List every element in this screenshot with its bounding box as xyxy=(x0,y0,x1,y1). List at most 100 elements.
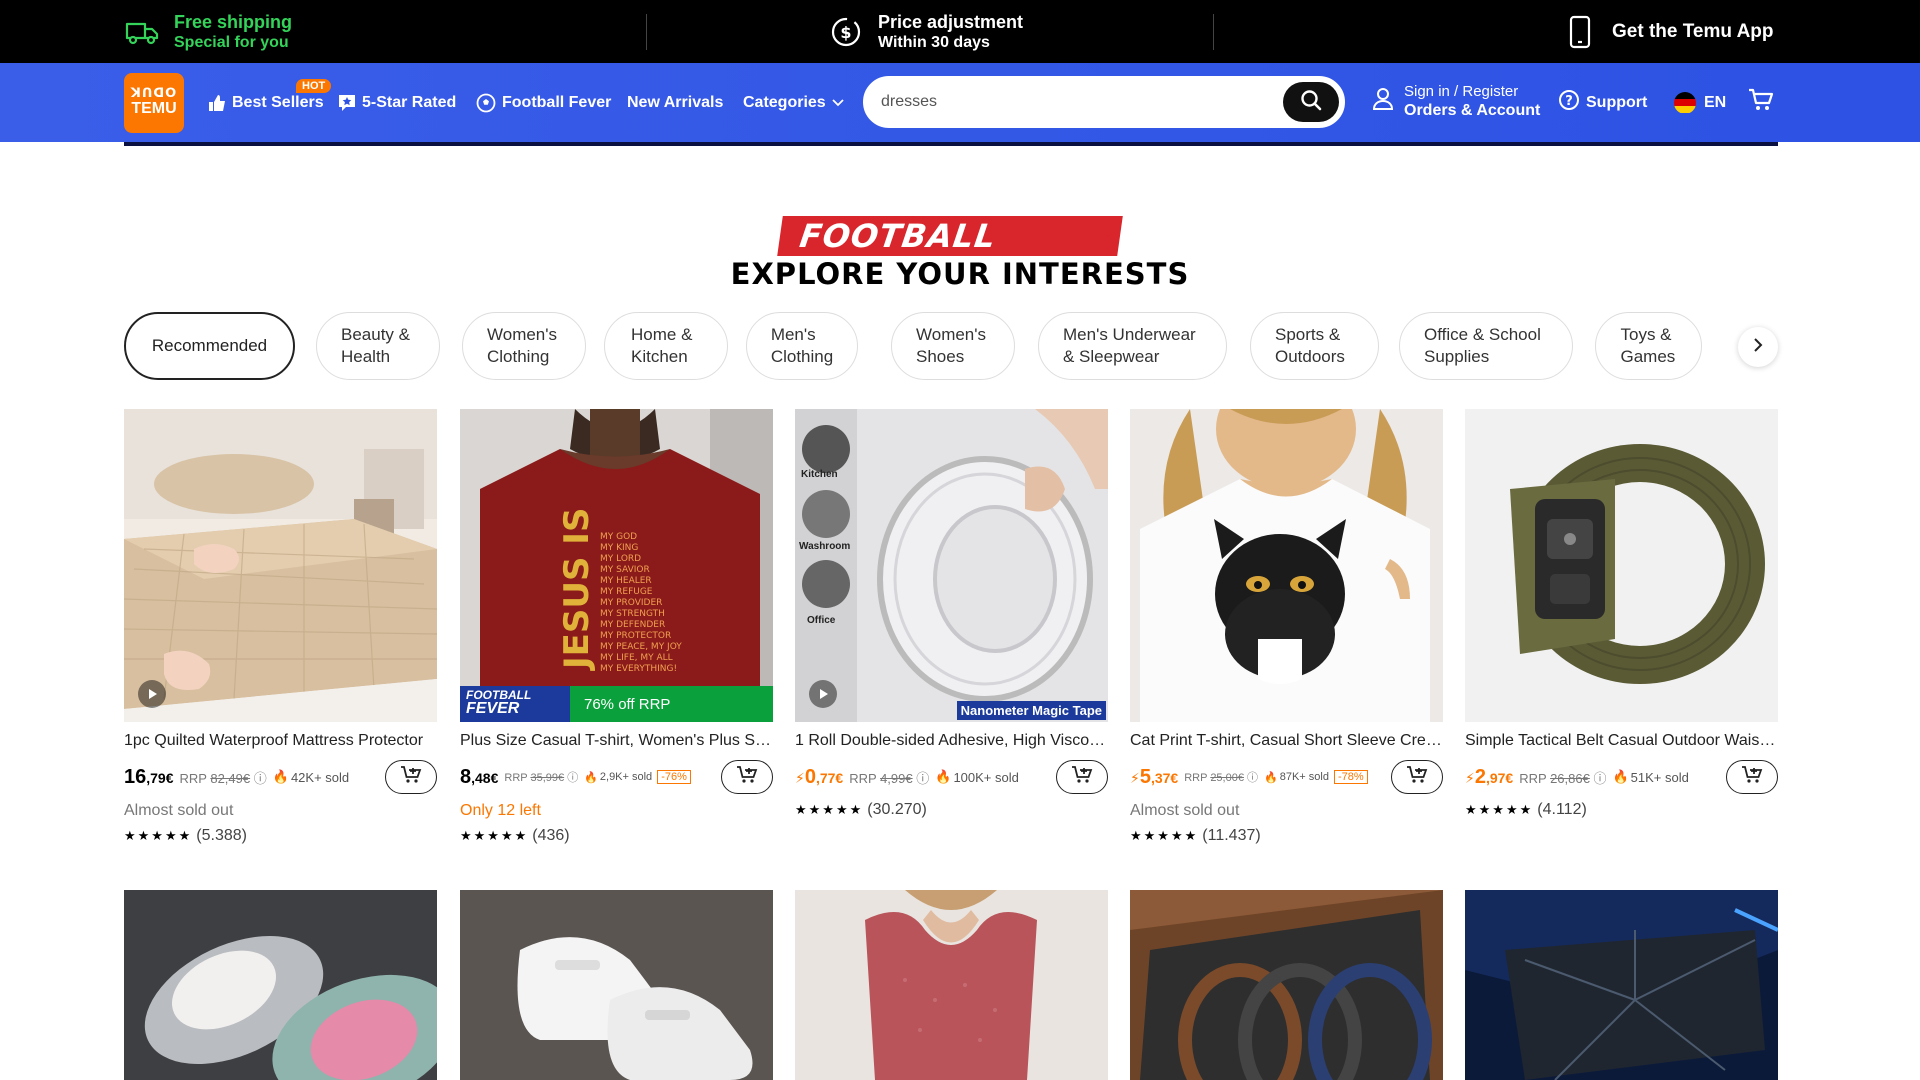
get-app-promo[interactable]: Get the Temu App xyxy=(1562,10,1774,54)
product-title[interactable]: 1 Roll Double-sided Adhesive, High Visco… xyxy=(795,732,1108,750)
info-icon: ⓘ xyxy=(1247,772,1259,784)
category-pill-office-school[interactable]: Office & School Supplies xyxy=(1399,312,1573,380)
add-to-cart-button[interactable] xyxy=(1056,760,1108,794)
product-card[interactable]: Cat Print T-shirt, Casual Short Sleeve C… xyxy=(1130,409,1443,845)
category-pill-womens-shoes[interactable]: Women's Shoes xyxy=(891,312,1015,380)
thumbs-up-icon xyxy=(208,94,226,112)
add-to-cart-button[interactable] xyxy=(721,760,773,794)
product-card[interactable] xyxy=(795,890,1108,1080)
price-main: 8 xyxy=(460,765,472,788)
product-image-bracelets[interactable] xyxy=(1130,890,1443,1080)
product-card[interactable] xyxy=(1130,890,1443,1080)
search-bar xyxy=(863,76,1345,128)
rrp-label: RRP xyxy=(504,772,528,784)
rating: ★★★★★ (11.437) xyxy=(1130,827,1443,845)
sold-count: 🔥 100K+ sold xyxy=(935,769,1019,785)
rrp-price: RRP 4,99€ ⓘ xyxy=(849,768,929,787)
category-label: Men's Clothing xyxy=(770,325,834,366)
stars-icon: ★★★★★ xyxy=(1465,802,1534,817)
nav-best-sellers[interactable]: Best Sellers HOT xyxy=(208,63,332,142)
rating: ★★★★★ (30.270) xyxy=(795,801,1108,819)
nav-best-sellers-label: Best Sellers xyxy=(232,93,324,111)
price-adjustment-promo[interactable]: $ Price adjustment Within 30 days xyxy=(828,10,1023,54)
product-title[interactable]: Simple Tactical Belt Casual Outdoor Wais… xyxy=(1465,732,1778,750)
stars-icon: ★★★★★ xyxy=(1130,828,1199,843)
support-link[interactable]: ? Support xyxy=(1558,63,1647,142)
search-input[interactable] xyxy=(881,90,1281,114)
product-card[interactable] xyxy=(460,890,773,1080)
get-app-text: Get the Temu App xyxy=(1612,21,1774,42)
category-next-button[interactable] xyxy=(1738,327,1778,367)
play-video-icon[interactable] xyxy=(138,680,166,708)
product-image-dress[interactable] xyxy=(795,890,1108,1080)
product-image-cat-tshirt[interactable] xyxy=(1130,409,1443,722)
add-cart-icon xyxy=(400,765,422,790)
strip-line-2: FEVER xyxy=(466,700,520,717)
product-card[interactable]: JESUS IS MY GOD MY KING MY LORD MY SAVIOR M… xyxy=(460,409,773,845)
lightning-icon: ⚡ xyxy=(1130,769,1140,786)
product-image-tshirt[interactable]: JESUS IS MY GOD MY KING MY LORD MY SAVIOR M… xyxy=(460,409,773,722)
product-title[interactable]: 1pc Quilted Waterproof Mattress Protecto… xyxy=(124,732,437,750)
product-price: 16,79€ xyxy=(124,766,174,789)
free-shipping-promo[interactable]: Free shipping Special for you xyxy=(124,10,292,54)
nav-five-star[interactable]: 5-Star Rated xyxy=(338,63,456,142)
category-pill-toys-games[interactable]: Toys & Games xyxy=(1595,312,1702,380)
category-pill-recommended[interactable]: Recommended xyxy=(124,312,295,380)
help-circle-icon: ? xyxy=(1558,89,1580,116)
add-to-cart-button[interactable] xyxy=(1726,760,1778,794)
product-image-tape[interactable]: Kitchen Washroom Office Nanometer Magic … xyxy=(795,409,1108,722)
price-decimal: ,48€ xyxy=(471,769,499,786)
nav-football-fever[interactable]: Football Fever xyxy=(476,63,611,142)
price-main: 0 xyxy=(804,765,816,788)
category-pill-home-kitchen[interactable]: Home & Kitchen xyxy=(604,312,728,380)
add-to-cart-button[interactable] xyxy=(385,760,437,794)
football-fever-banner[interactable]: ◆ FOOTBALL FEVER ◆ xyxy=(777,214,1123,295)
language-selector[interactable]: EN xyxy=(1674,63,1726,142)
product-image-car-sunshade[interactable] xyxy=(1465,890,1778,1080)
temu-logo[interactable]: ꓘꓵꓷꓳ TEMU xyxy=(124,73,184,133)
svg-text:MY DEFENDER: MY DEFENDER xyxy=(600,620,665,630)
stars-icon: ★★★★★ xyxy=(460,828,529,843)
cart-icon xyxy=(1748,88,1774,117)
category-pill-mens-underwear[interactable]: Men's Underwear & Sleepwear xyxy=(1038,312,1227,380)
cart-button[interactable] xyxy=(1748,63,1774,142)
explore-title: EXPLORE YOUR INTERESTS xyxy=(730,257,1190,291)
product-image-white-sneakers[interactable] xyxy=(460,890,773,1080)
product-title[interactable]: Plus Size Casual T-shirt, Women's Plus S… xyxy=(460,732,773,750)
rrp-label: RRP xyxy=(849,770,877,786)
product-image-mattress[interactable] xyxy=(124,409,437,722)
svg-text:$: $ xyxy=(840,23,851,42)
account-menu[interactable]: Sign in / Register Orders & Account xyxy=(1372,83,1540,120)
svg-text:?: ? xyxy=(1565,94,1573,109)
product-card[interactable] xyxy=(1465,890,1778,1080)
flame-icon: 🔥 xyxy=(584,771,598,784)
football-fever-strip: FOOTBALL FEVER 76% off RRP xyxy=(460,686,773,722)
nav-categories[interactable]: Categories xyxy=(743,63,844,142)
phone-icon xyxy=(1562,14,1598,50)
rrp-label: RRP xyxy=(1184,772,1208,784)
product-card[interactable]: Simple Tactical Belt Casual Outdoor Wais… xyxy=(1465,409,1778,819)
product-image-soap-dish[interactable] xyxy=(124,890,437,1080)
banner-word-1: FOOTBALL xyxy=(797,217,999,255)
product-title[interactable]: Cat Print T-shirt, Casual Short Sleeve C… xyxy=(1130,732,1443,750)
shipping-title: Free shipping xyxy=(174,11,293,32)
product-card[interactable] xyxy=(124,890,437,1080)
sold-label: 2,9K+ sold xyxy=(599,771,653,783)
nav-new-arrivals[interactable]: New Arrivals xyxy=(627,63,723,142)
svg-text:MY PROVIDER: MY PROVIDER xyxy=(600,598,662,608)
product-card[interactable]: Kitchen Washroom Office Nanometer Magic … xyxy=(795,409,1108,819)
rating: ★★★★★ (4.112) xyxy=(1465,801,1778,819)
product-image-belt[interactable] xyxy=(1465,409,1778,722)
price-adjust-subtitle: Within 30 days xyxy=(878,33,990,51)
category-pill-sports-outdoors[interactable]: Sports & Outdoors xyxy=(1250,312,1379,380)
play-video-icon[interactable] xyxy=(809,680,837,708)
category-pill-womens-clothing[interactable]: Women's Clothing xyxy=(462,312,586,380)
search-button[interactable] xyxy=(1283,82,1339,122)
product-price: ⚡0,77€ xyxy=(795,766,843,789)
svg-text:MY HEALER: MY HEALER xyxy=(600,576,652,586)
product-card[interactable]: 1pc Quilted Waterproof Mattress Protecto… xyxy=(124,409,437,845)
category-pill-beauty-health[interactable]: Beauty & Health xyxy=(316,312,440,380)
sold-label: 100K+ sold xyxy=(953,769,1019,785)
add-to-cart-button[interactable] xyxy=(1391,760,1443,794)
category-pill-mens-clothing[interactable]: Men's Clothing xyxy=(746,312,858,380)
